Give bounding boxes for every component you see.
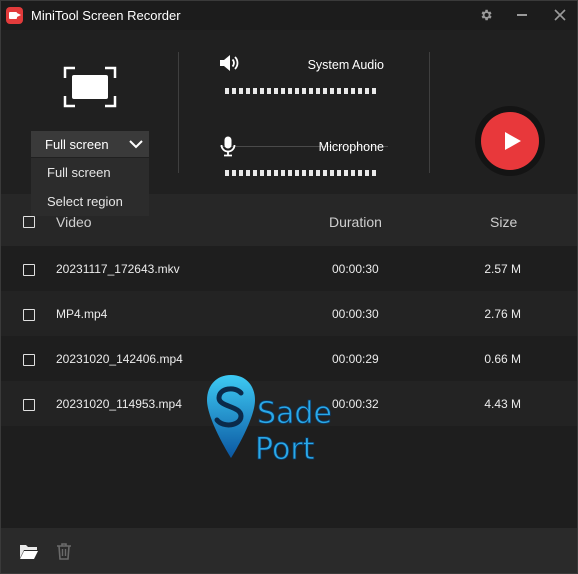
select-all-checkbox[interactable] (23, 216, 35, 228)
file-name: MP4.mp4 (56, 307, 108, 321)
minimize-icon[interactable] (511, 5, 533, 25)
file-size: 2.57 M (484, 262, 521, 276)
title-bar: MiniTool Screen Recorder (1, 1, 577, 30)
file-duration: 00:00:29 (332, 352, 379, 366)
row-checkbox[interactable] (23, 354, 35, 366)
row-checkbox[interactable] (23, 309, 35, 321)
capture-mode-select[interactable]: Full screen (31, 131, 149, 157)
divider (178, 52, 179, 173)
row-checkbox[interactable] (23, 264, 35, 276)
microphone-icon[interactable] (217, 135, 239, 157)
folder-open-icon[interactable] (19, 541, 39, 561)
settings-icon[interactable] (475, 5, 497, 25)
app-window: MiniTool Screen Recorder Full screen Sys… (0, 0, 578, 574)
file-size: 0.66 M (484, 352, 521, 366)
capture-mode-value: Full screen (45, 137, 109, 152)
footer-toolbar (1, 528, 577, 573)
record-button[interactable] (481, 112, 539, 170)
system-audio-level (225, 88, 376, 94)
capture-mode-dropdown: Full screen Select region (31, 158, 149, 216)
file-duration: 00:00:30 (332, 307, 379, 321)
file-size: 2.76 M (484, 307, 521, 321)
speaker-icon[interactable] (218, 52, 240, 74)
table-row[interactable]: 20231117_172643.mkv 00:00:30 2.57 M (1, 246, 577, 291)
chevron-down-icon (129, 140, 143, 149)
column-size[interactable]: Size (490, 214, 517, 230)
microphone-label: Microphone (318, 140, 384, 154)
file-name: 20231020_114953.mp4 (56, 397, 182, 411)
table-row[interactable]: MP4.mp4 00:00:30 2.76 M (1, 291, 577, 336)
file-duration: 00:00:32 (332, 397, 379, 411)
file-name: 20231117_172643.mkv (56, 262, 180, 276)
fullscreen-area-icon[interactable] (63, 66, 117, 108)
file-size: 4.43 M (484, 397, 521, 411)
row-checkbox[interactable] (23, 399, 35, 411)
column-video[interactable]: Video (56, 214, 92, 230)
option-full-screen[interactable]: Full screen (31, 158, 149, 187)
sadeport-watermark-logo: Sade Port (207, 375, 331, 467)
app-logo-icon (6, 7, 23, 24)
watermark-text-line2: Port (255, 432, 315, 467)
file-name: 20231020_142406.mp4 (56, 352, 183, 366)
divider (429, 52, 430, 173)
file-duration: 00:00:30 (332, 262, 379, 276)
window-title: MiniTool Screen Recorder (31, 8, 181, 23)
watermark-text-line1: Sade (257, 396, 331, 431)
option-select-region[interactable]: Select region (31, 187, 149, 216)
system-audio-label: System Audio (307, 58, 384, 72)
trash-icon[interactable] (54, 541, 74, 561)
column-duration[interactable]: Duration (329, 214, 382, 230)
microphone-level (225, 170, 376, 176)
close-icon[interactable] (549, 5, 571, 25)
